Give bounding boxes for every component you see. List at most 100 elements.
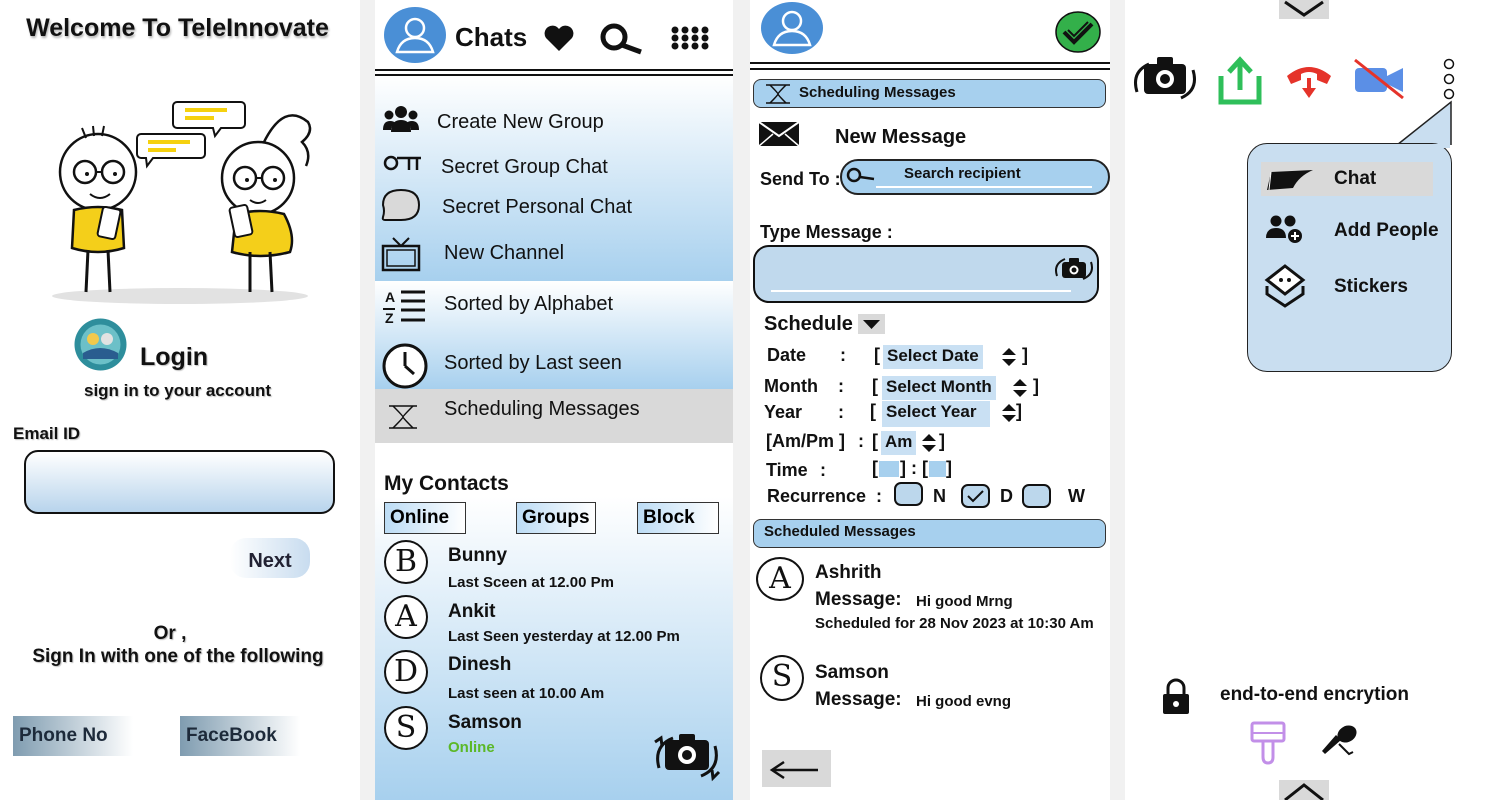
hour-input[interactable] xyxy=(879,461,899,477)
scheduled-time: Scheduled for 28 Nov 2023 at 10:30 Am xyxy=(815,615,1094,632)
tab-groups[interactable]: Groups xyxy=(516,502,596,534)
scheduled-item[interactable]: A Ashrith Message: Hi good Mrng Schedule… xyxy=(750,555,1110,635)
collapse-handle[interactable] xyxy=(1279,0,1329,19)
header-divider xyxy=(375,69,733,71)
menu-item-new-channel[interactable]: New Channel xyxy=(375,232,733,274)
tab-block[interactable]: Block xyxy=(637,502,719,534)
chevron-down-icon xyxy=(863,320,880,329)
heart-icon[interactable] xyxy=(543,24,575,52)
arrow-left-icon xyxy=(769,760,818,780)
popup-item-stickers[interactable]: Stickers xyxy=(1261,264,1446,312)
camera-switch-icon[interactable] xyxy=(651,728,723,786)
phone-signin-button[interactable]: Phone No xyxy=(13,716,133,756)
message-input[interactable] xyxy=(753,245,1099,303)
back-button[interactable] xyxy=(762,750,831,787)
scheduled-name: Ashrith xyxy=(815,562,882,583)
search-icon[interactable] xyxy=(599,22,643,56)
contact-row[interactable]: D Dinesh Last seen at 10.00 Am xyxy=(375,650,733,702)
header-divider xyxy=(750,62,1110,64)
paint-brush-icon[interactable] xyxy=(1249,720,1289,766)
profile-avatar[interactable] xyxy=(383,6,447,64)
chevron-down-icon xyxy=(1284,0,1324,17)
contacts-heading: My Contacts xyxy=(384,472,509,495)
year-select[interactable]: Select Year xyxy=(882,401,990,427)
email-field[interactable] xyxy=(24,450,335,514)
stepper-icon[interactable] xyxy=(1000,346,1018,368)
send-to-label: Send To : xyxy=(760,169,841,189)
menu-item-label: Secret Group Chat xyxy=(441,156,608,178)
contact-status: Last Seen yesterday at 12.00 Pm xyxy=(448,628,680,645)
contact-status: Last seen at 10.00 Am xyxy=(448,685,605,702)
year-label: Year xyxy=(764,402,803,422)
contact-avatar: B xyxy=(384,540,428,584)
stepper-icon[interactable] xyxy=(920,432,938,454)
recipient-search-field[interactable]: Search recipient xyxy=(840,159,1110,195)
popup-item-chat[interactable]: Chat xyxy=(1261,162,1433,196)
scheduled-name: Samson xyxy=(815,662,889,683)
colon: : xyxy=(858,431,864,451)
menu-item-secret-group[interactable]: Secret Group Chat xyxy=(375,144,733,184)
encryption-text: end-to-end encrytion xyxy=(1220,684,1409,705)
video-off-icon[interactable] xyxy=(1351,58,1407,100)
chats-screen: Chats Create New Group Secret Group Chat… xyxy=(375,0,733,800)
scheduled-item[interactable]: S Samson Message: Hi good evng xyxy=(750,655,1110,715)
contact-name: Bunny xyxy=(448,545,508,566)
contact-row[interactable]: A Ankit Last Seen yesterday at 12.00 Pm xyxy=(375,595,733,647)
contact-row[interactable]: B Bunny Last Sceen at 12.00 Pm xyxy=(375,540,733,592)
bracket: ] xyxy=(1016,401,1022,421)
contact-avatar: S xyxy=(760,655,804,701)
recurrence-checkbox-n[interactable] xyxy=(894,482,923,506)
chat-options-screen: Chat Add People Stickers end-to-end encr… xyxy=(1125,0,1485,800)
stepper-icon[interactable] xyxy=(1011,377,1029,399)
envelope-icon xyxy=(758,121,800,147)
more-options-icon[interactable] xyxy=(1441,58,1457,102)
colon: : xyxy=(840,345,846,365)
microphone-icon[interactable] xyxy=(1319,722,1361,758)
menu-item-sort-last-seen[interactable]: Sorted by Last seen xyxy=(375,340,733,389)
svg-text:Z: Z xyxy=(385,310,394,326)
speech-bubble-icon xyxy=(381,188,421,221)
profile-avatar[interactable] xyxy=(760,1,824,55)
facebook-signin-button[interactable]: FaceBook xyxy=(180,716,300,756)
app-logo-icon xyxy=(74,318,127,371)
next-button[interactable]: Next xyxy=(230,538,310,578)
menu-item-create-group[interactable]: Create New Group xyxy=(375,98,733,138)
menu-item-scheduling[interactable]: Scheduling Messages xyxy=(375,392,733,440)
email-label: Email ID xyxy=(13,424,81,443)
alphabet-sort-icon: A Z xyxy=(383,289,425,326)
month-select[interactable]: Select Month xyxy=(882,376,996,400)
gap xyxy=(1110,0,1125,800)
menu-item-secret-personal[interactable]: Secret Personal Chat xyxy=(375,186,733,226)
chevron-up-icon xyxy=(1284,783,1324,800)
header-divider xyxy=(750,68,1110,70)
menu-item-label: Scheduling Messages xyxy=(444,398,640,420)
popup-item-label: Stickers xyxy=(1334,276,1408,297)
message-label: Message: xyxy=(815,689,902,710)
minute-input[interactable] xyxy=(929,461,946,477)
date-select[interactable]: Select Date xyxy=(883,345,983,369)
login-heading: Login xyxy=(140,343,209,371)
end-call-icon[interactable] xyxy=(1283,58,1335,102)
recurrence-checkbox-w[interactable] xyxy=(1022,484,1051,508)
camera-switch-icon[interactable] xyxy=(1131,52,1199,110)
popup-item-add-people[interactable]: Add People xyxy=(1261,212,1446,248)
apps-grid-icon[interactable] xyxy=(671,26,713,50)
camera-switch-icon[interactable] xyxy=(1053,254,1095,284)
alt-signin-text: Sign In with one of the following xyxy=(32,646,324,667)
confirm-check-icon[interactable] xyxy=(1054,10,1102,54)
recurrence-checkbox-d[interactable] xyxy=(961,484,990,508)
search-icon xyxy=(846,167,875,183)
colon: : xyxy=(838,402,844,422)
share-icon[interactable] xyxy=(1217,56,1263,106)
contact-status: Last Sceen at 12.00 Pm xyxy=(448,574,614,591)
chats-title: Chats xyxy=(455,22,528,52)
date-label: Date xyxy=(767,345,807,365)
hourglass-icon xyxy=(766,84,790,104)
ampm-select[interactable]: Am xyxy=(881,431,917,455)
menu-item-sort-alphabet[interactable]: A Z Sorted by Alphabet xyxy=(375,285,733,329)
expand-handle[interactable] xyxy=(1279,780,1329,800)
schedule-dropdown[interactable] xyxy=(858,314,885,334)
colon: : xyxy=(820,460,826,480)
tab-online[interactable]: Online xyxy=(384,502,466,534)
gap xyxy=(733,0,750,800)
